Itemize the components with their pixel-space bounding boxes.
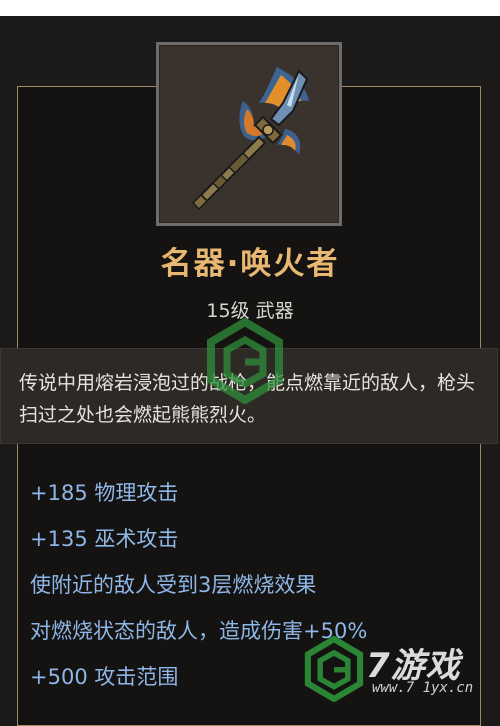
item-icon-frame (156, 42, 342, 226)
top-strip (0, 0, 500, 16)
stat-burn-effect: 使附近的敌人受到3层燃烧效果 (30, 573, 317, 597)
item-name: 名器·唤火者 (160, 246, 340, 282)
flaming-spear-icon (191, 67, 309, 211)
7yx-logo-icon (304, 636, 364, 702)
watermark-url: www.7 1yx.cn (372, 680, 474, 696)
7yx-logo-icon (207, 318, 283, 404)
stat-physical-attack: +185 物理攻击 (30, 481, 179, 505)
site-watermark: 7游戏 www.7 1yx.cn (300, 632, 500, 709)
stat-sorcery-attack: +135 巫术攻击 (30, 527, 179, 551)
